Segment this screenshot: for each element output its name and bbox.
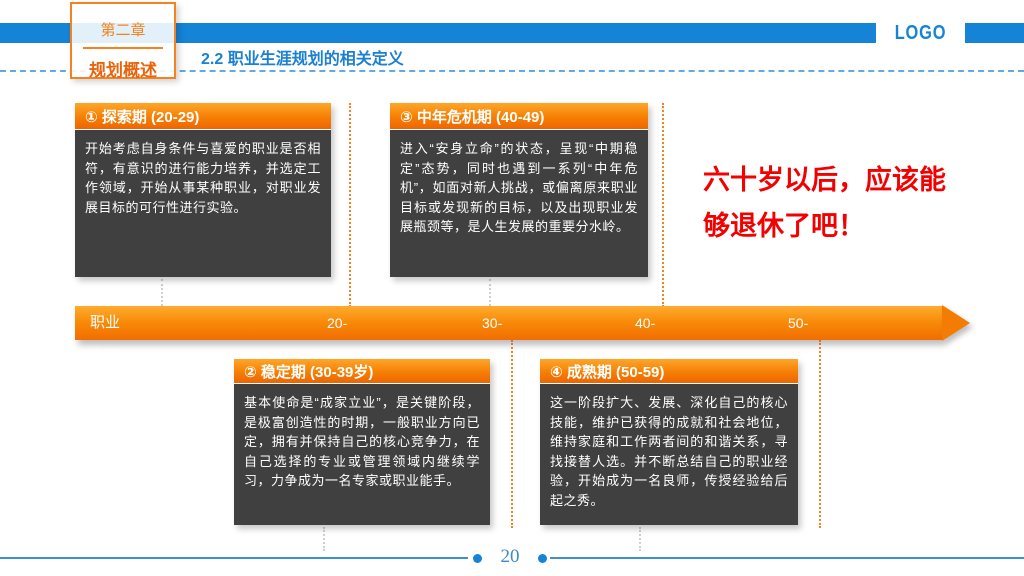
page-number: 20 [490,546,530,568]
footer-line-left [0,557,468,559]
timeline-age-50-59: 50-59 岁 [788,306,808,340]
connector-mature [819,340,821,528]
connector-stable [511,340,513,528]
chapter-subtitle: 规划概述 [72,56,174,81]
header-blue-bar-right [965,23,1024,43]
stage-title-stable: ② 稳定期 (30-39岁) [234,359,490,384]
connector-stub-2 [489,279,491,306]
timeline-age-20-29: 20-29 岁 [327,306,347,340]
retirement-quote: 六十岁以后，应该能够退休了吧！ [703,157,955,249]
stage-card-stable: ② 稳定期 (30-39岁) 基本使命是“成家立业”，是关键阶段，是极富创造性的… [234,359,490,525]
stage-body-mature: 这一阶段扩大、发展、深化自己的核心技能，维护已获得的成就和社会地位，维持家庭和工… [540,384,798,525]
section-title: 2.2 职业生涯规划的相关定义 [201,45,404,69]
stage-body-stable: 基本使命是“成家立业”，是关键阶段，是极富创造性的时期，一般职业方向已定，拥有并… [234,384,490,525]
stage-title-explore: ① 探索期 (20-29) [75,103,331,130]
stage-card-crisis: ③ 中年危机期 (40-49) 进入“安身立命”的状态，呈现“中期稳定”态势，同… [390,103,648,277]
stage-title-crisis: ③ 中年危机期 (40-49) [390,103,648,130]
connector-explore [349,103,351,307]
stage-body-explore: 开始考虑自身条件与喜爱的职业是否相符，有意识的进行能力培养，并选定工作领域，开始… [75,130,331,277]
chapter-tab: 第二章 规划概述 [70,2,176,79]
timeline-arrow-bar [75,306,942,340]
timeline-age-40-49: 40-49 岁 [635,306,655,340]
footer-dot-left [473,554,482,563]
timeline-title: 职业生涯发展阶段（参考） [90,306,120,340]
connector-stub-1 [161,279,163,306]
stage-body-crisis: 进入“安身立命”的状态，呈现“中期稳定”态势，同时也遇到一系列“中年危机”，如面… [390,130,648,277]
connector-stub-4 [639,527,641,551]
stage-card-mature: ④ 成熟期 (50-59) 这一阶段扩大、发展、深化自己的核心技能，维护已获得的… [540,359,798,525]
logo: LOGO [884,21,957,45]
chapter-number: 第二章 [72,19,174,40]
footer-line-right [550,557,1024,559]
stage-title-mature: ④ 成熟期 (50-59) [540,359,798,384]
connector-crisis [662,103,664,307]
timeline-arrow-tip-icon [942,305,970,341]
timeline-age-30-39: 30-39 岁 [482,306,502,340]
connector-stub-3 [323,527,325,551]
footer-dot-right [538,554,547,563]
chapter-divider [83,47,163,49]
stage-card-explore: ① 探索期 (20-29) 开始考虑自身条件与喜爱的职业是否相符，有意识的进行能… [75,103,331,277]
